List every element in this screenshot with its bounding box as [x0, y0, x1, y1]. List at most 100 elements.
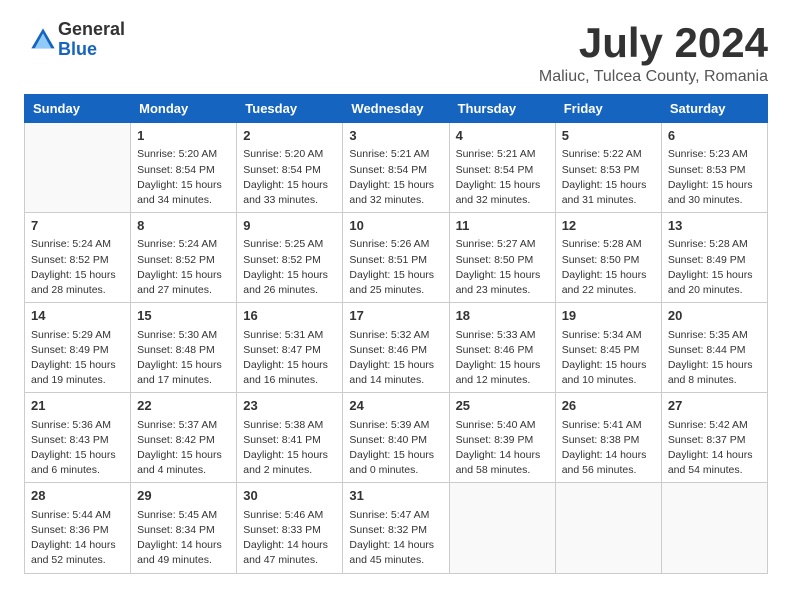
- day-info: Sunrise: 5:47 AM Sunset: 8:32 PM Dayligh…: [349, 508, 442, 569]
- day-info: Sunrise: 5:36 AM Sunset: 8:43 PM Dayligh…: [31, 418, 124, 479]
- day-info: Sunrise: 5:38 AM Sunset: 8:41 PM Dayligh…: [243, 418, 336, 479]
- day-number: 26: [562, 397, 655, 415]
- day-number: 16: [243, 307, 336, 325]
- day-number: 31: [349, 487, 442, 505]
- day-info: Sunrise: 5:22 AM Sunset: 8:53 PM Dayligh…: [562, 147, 655, 208]
- day-number: 25: [456, 397, 549, 415]
- day-info: Sunrise: 5:21 AM Sunset: 8:54 PM Dayligh…: [349, 147, 442, 208]
- table-row: 13 Sunrise: 5:28 AM Sunset: 8:49 PM Dayli…: [661, 213, 767, 303]
- table-row: 16Sunrise: 5:31 AM Sunset: 8:47 PM Dayli…: [237, 303, 343, 393]
- table-row: 9 Sunrise: 5:25 AM Sunset: 8:52 PM Daylig…: [237, 213, 343, 303]
- day-info: Sunrise: 5:33 AM Sunset: 8:46 PM Dayligh…: [456, 328, 549, 389]
- title-block: July 2024 Maliuc, Tulcea County, Romania: [539, 20, 768, 86]
- day-info: Sunrise: 5:45 AM Sunset: 8:34 PM Dayligh…: [137, 508, 230, 569]
- day-number: 23: [243, 397, 336, 415]
- day-number: 1: [137, 127, 230, 145]
- calendar-header-row: Sunday Monday Tuesday Wednesday Thursday…: [25, 95, 768, 123]
- subtitle: Maliuc, Tulcea County, Romania: [539, 68, 768, 86]
- table-row: [449, 483, 555, 573]
- day-info: Sunrise: 5:26 AM Sunset: 8:51 PM Dayligh…: [349, 237, 442, 298]
- day-info: Sunrise: 5:27 AM Sunset: 8:50 PM Dayligh…: [456, 237, 549, 298]
- day-number: 21: [31, 397, 124, 415]
- table-row: 29 Sunrise: 5:45 AM Sunset: 8:34 PM Dayli…: [131, 483, 237, 573]
- logo-text: General Blue: [58, 20, 125, 60]
- table-row: 17Sunrise: 5:32 AM Sunset: 8:46 PM Dayli…: [343, 303, 449, 393]
- day-number: 27: [668, 397, 761, 415]
- day-info: Sunrise: 5:35 AM Sunset: 8:44 PM Dayligh…: [668, 328, 761, 389]
- day-number: 24: [349, 397, 442, 415]
- day-info: Sunrise: 5:34 AM Sunset: 8:45 PM Dayligh…: [562, 328, 655, 389]
- main-title: July 2024: [539, 20, 768, 66]
- day-info: Sunrise: 5:28 AM Sunset: 8:50 PM Dayligh…: [562, 237, 655, 298]
- table-row: [555, 483, 661, 573]
- day-info: Sunrise: 5:46 AM Sunset: 8:33 PM Dayligh…: [243, 508, 336, 569]
- table-row: 24 Sunrise: 5:39 AM Sunset: 8:40 PM Dayli…: [343, 393, 449, 483]
- table-row: 1 Sunrise: 5:20 AM Sunset: 8:54 PM Daylig…: [131, 123, 237, 213]
- day-number: 13: [668, 217, 761, 235]
- col-thursday: Thursday: [449, 95, 555, 123]
- day-info: Sunrise: 5:44 AM Sunset: 8:36 PM Dayligh…: [31, 508, 124, 569]
- logo-general-text: General: [58, 20, 125, 40]
- table-row: 4 Sunrise: 5:21 AM Sunset: 8:54 PM Daylig…: [449, 123, 555, 213]
- day-number: 15: [137, 307, 230, 325]
- table-row: 23 Sunrise: 5:38 AM Sunset: 8:41 PM Dayli…: [237, 393, 343, 483]
- table-row: 7 Sunrise: 5:24 AM Sunset: 8:52 PM Daylig…: [25, 213, 131, 303]
- table-row: 2 Sunrise: 5:20 AM Sunset: 8:54 PM Daylig…: [237, 123, 343, 213]
- day-info: Sunrise: 5:24 AM Sunset: 8:52 PM Dayligh…: [31, 237, 124, 298]
- table-row: [25, 123, 131, 213]
- day-number: 5: [562, 127, 655, 145]
- day-number: 22: [137, 397, 230, 415]
- table-row: 3 Sunrise: 5:21 AM Sunset: 8:54 PM Daylig…: [343, 123, 449, 213]
- day-number: 7: [31, 217, 124, 235]
- col-monday: Monday: [131, 95, 237, 123]
- table-row: 20 Sunrise: 5:35 AM Sunset: 8:44 PM Dayli…: [661, 303, 767, 393]
- table-row: 31 Sunrise: 5:47 AM Sunset: 8:32 PM Dayli…: [343, 483, 449, 573]
- day-number: 8: [137, 217, 230, 235]
- table-row: 27Sunrise: 5:42 AM Sunset: 8:37 PM Dayli…: [661, 393, 767, 483]
- table-row: 14 Sunrise: 5:29 AM Sunset: 8:49 PM Dayli…: [25, 303, 131, 393]
- day-info: Sunrise: 5:32 AM Sunset: 8:46 PM Dayligh…: [349, 328, 442, 389]
- table-row: 28 Sunrise: 5:44 AM Sunset: 8:36 PM Dayli…: [25, 483, 131, 573]
- day-number: 18: [456, 307, 549, 325]
- day-info: Sunrise: 5:25 AM Sunset: 8:52 PM Dayligh…: [243, 237, 336, 298]
- day-number: 28: [31, 487, 124, 505]
- day-info: Sunrise: 5:21 AM Sunset: 8:54 PM Dayligh…: [456, 147, 549, 208]
- col-wednesday: Wednesday: [343, 95, 449, 123]
- day-info: Sunrise: 5:30 AM Sunset: 8:48 PM Dayligh…: [137, 328, 230, 389]
- day-number: 20: [668, 307, 761, 325]
- day-number: 2: [243, 127, 336, 145]
- table-row: 22 Sunrise: 5:37 AM Sunset: 8:42 PM Dayli…: [131, 393, 237, 483]
- day-info: Sunrise: 5:39 AM Sunset: 8:40 PM Dayligh…: [349, 418, 442, 479]
- day-info: Sunrise: 5:24 AM Sunset: 8:52 PM Dayligh…: [137, 237, 230, 298]
- table-row: 8 Sunrise: 5:24 AM Sunset: 8:52 PM Daylig…: [131, 213, 237, 303]
- day-number: 30: [243, 487, 336, 505]
- logo-icon: [28, 25, 58, 55]
- day-info: Sunrise: 5:40 AM Sunset: 8:39 PM Dayligh…: [456, 418, 549, 479]
- day-number: 14: [31, 307, 124, 325]
- col-tuesday: Tuesday: [237, 95, 343, 123]
- day-number: 3: [349, 127, 442, 145]
- col-sunday: Sunday: [25, 95, 131, 123]
- day-info: Sunrise: 5:28 AM Sunset: 8:49 PM Dayligh…: [668, 237, 761, 298]
- day-number: 29: [137, 487, 230, 505]
- table-row: 19Sunrise: 5:34 AM Sunset: 8:45 PM Dayli…: [555, 303, 661, 393]
- day-info: Sunrise: 5:41 AM Sunset: 8:38 PM Dayligh…: [562, 418, 655, 479]
- table-row: 21 Sunrise: 5:36 AM Sunset: 8:43 PM Dayli…: [25, 393, 131, 483]
- table-row: [661, 483, 767, 573]
- calendar-week-row: 1 Sunrise: 5:20 AM Sunset: 8:54 PM Daylig…: [25, 123, 768, 213]
- table-row: 5 Sunrise: 5:22 AM Sunset: 8:53 PM Daylig…: [555, 123, 661, 213]
- col-friday: Friday: [555, 95, 661, 123]
- day-number: 6: [668, 127, 761, 145]
- day-number: 9: [243, 217, 336, 235]
- logo-blue-text: Blue: [58, 40, 125, 60]
- table-row: 18 Sunrise: 5:33 AM Sunset: 8:46 PM Dayli…: [449, 303, 555, 393]
- day-info: Sunrise: 5:20 AM Sunset: 8:54 PM Dayligh…: [243, 147, 336, 208]
- calendar-week-row: 14 Sunrise: 5:29 AM Sunset: 8:49 PM Dayli…: [25, 303, 768, 393]
- day-info: Sunrise: 5:23 AM Sunset: 8:53 PM Dayligh…: [668, 147, 761, 208]
- calendar-week-row: 28 Sunrise: 5:44 AM Sunset: 8:36 PM Dayli…: [25, 483, 768, 573]
- day-info: Sunrise: 5:20 AM Sunset: 8:54 PM Dayligh…: [137, 147, 230, 208]
- day-number: 4: [456, 127, 549, 145]
- day-info: Sunrise: 5:29 AM Sunset: 8:49 PM Dayligh…: [31, 328, 124, 389]
- day-number: 12: [562, 217, 655, 235]
- day-info: Sunrise: 5:37 AM Sunset: 8:42 PM Dayligh…: [137, 418, 230, 479]
